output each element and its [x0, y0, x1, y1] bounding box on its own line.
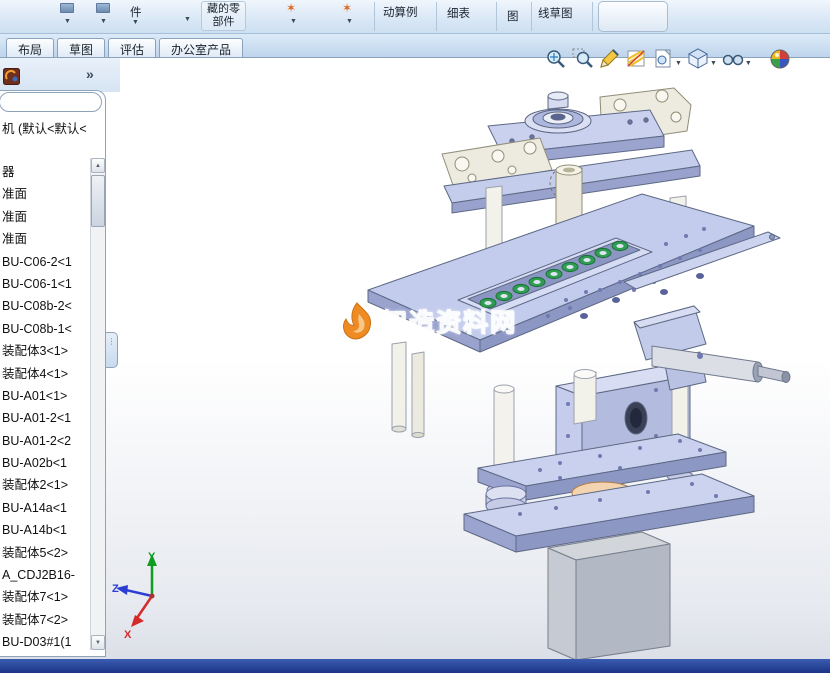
watermark-flame-icon	[336, 300, 378, 342]
solidworks-window: ▼ ▼ 件 ▼ ▼ 藏的零 部件 ✶ ▼ ✶ ▼ 动算例 细表 图 线草图 布局…	[0, 0, 830, 673]
tree-item[interactable]: BU-A01<1>	[0, 385, 89, 407]
tree-item[interactable]: BU-A01-2<2	[0, 430, 89, 452]
dropdown-arrow-icon[interactable]: ▼	[100, 18, 107, 25]
panel-expand-chevrons-icon[interactable]: »	[86, 66, 94, 82]
view-orientation-icon[interactable]	[650, 46, 677, 73]
tree-scrollbar[interactable]: ▲ ▼	[90, 158, 105, 650]
ribbon-button-component[interactable]: 件	[130, 4, 142, 20]
scroll-down-icon[interactable]: ▼	[91, 635, 105, 650]
triad-y-label: Y	[148, 551, 156, 563]
display-style-icon[interactable]	[685, 46, 712, 73]
tab-list: 布局草图评估办公室产品	[6, 38, 246, 57]
ribbon-button-sketch[interactable]: 线草图	[538, 5, 573, 21]
dropdown-arrow-icon[interactable]: ▼	[290, 18, 297, 25]
assembly-features-icon[interactable]: ✶	[286, 2, 296, 14]
zoom-to-area-icon[interactable]	[569, 46, 596, 73]
tree-item[interactable]: 装配体2<1>	[0, 474, 89, 496]
ribbon-separator	[374, 2, 375, 31]
heads-up-view-toolbar: ▼ ▼ ▼	[542, 44, 794, 74]
tree-item[interactable]: 装配体4<1>	[0, 363, 89, 385]
ribbon-button-motion-study[interactable]: 动算例	[383, 4, 418, 20]
tree-item[interactable]: 装配体7<1>	[0, 586, 89, 608]
ribbon-separator	[496, 2, 497, 31]
ribbon-button-bom[interactable]: 细表	[447, 5, 470, 21]
dropdown-arrow-icon[interactable]: ▼	[745, 60, 752, 67]
tree-item[interactable]: BU-C06-1<1	[0, 273, 89, 295]
dropdown-arrow-icon[interactable]: ▼	[132, 19, 139, 26]
tree-item[interactable]: BU-A14b<1	[0, 519, 89, 541]
dropdown-arrow-icon[interactable]: ▼	[346, 18, 353, 25]
scrollbar-thumb[interactable]	[91, 175, 105, 227]
hidden-components-line1: 藏的零	[207, 3, 240, 15]
triad-z-label: Z	[112, 583, 119, 595]
ribbon-separator	[592, 2, 593, 31]
tree-item[interactable]: 准面	[0, 228, 89, 250]
tree-item[interactable]: BU-A14a<1	[0, 497, 89, 519]
tree-item[interactable]: BU-C08b-2<	[0, 295, 89, 317]
toolbar-icon[interactable]	[96, 3, 110, 13]
watermark-text: 智造资料网	[382, 303, 517, 339]
dropdown-arrow-icon[interactable]: ▼	[710, 60, 717, 67]
section-view-icon[interactable]	[596, 46, 623, 73]
panel-splitter-handle[interactable]: ⋮	[106, 332, 118, 368]
ribbon-button-hidden-components[interactable]: 藏的零 部件	[201, 1, 246, 31]
dropdown-arrow-icon[interactable]: ▼	[184, 16, 191, 23]
command-tab[interactable]: 草图	[57, 38, 105, 57]
appearances-sphere-icon[interactable]	[767, 46, 794, 73]
scroll-up-icon[interactable]: ▲	[91, 158, 105, 173]
feature-tree-panel: 机 (默认<默认< 器准面准面准面BU-C06-2<1BU-C06-1<1BU-…	[0, 90, 106, 657]
ribbon-separator	[436, 2, 437, 31]
ribbon-large-button[interactable]	[598, 1, 668, 32]
watermark: 智造资料网	[336, 300, 517, 342]
reference-geometry-icon[interactable]: ✶	[342, 2, 352, 14]
command-tab[interactable]: 办公室产品	[159, 38, 243, 57]
ribbon-separator	[531, 2, 532, 31]
toolbar-icon[interactable]	[60, 3, 74, 13]
command-tab[interactable]: 评估	[108, 38, 156, 57]
command-tab[interactable]: 布局	[6, 38, 54, 57]
draft-analysis-icon[interactable]	[623, 46, 650, 73]
tree-item[interactable]: BU-A01-2<1	[0, 407, 89, 429]
tree-item[interactable]: A_CDJ2B16-	[0, 564, 89, 586]
tree-item[interactable]: 装配体5<2>	[0, 542, 89, 564]
status-bar	[0, 659, 830, 673]
tree-item[interactable]: 装配体3<1>	[0, 340, 89, 362]
ribbon-toolbar: ▼ ▼ 件 ▼ ▼ 藏的零 部件 ✶ ▼ ✶ ▼ 动算例 细表 图 线草图	[0, 0, 830, 34]
hide-show-items-icon[interactable]	[720, 46, 747, 73]
zoom-to-fit-icon[interactable]	[542, 46, 569, 73]
tree-item[interactable]: 准面	[0, 206, 89, 228]
orientation-triad: Y Z X	[110, 548, 194, 640]
tree-root-item[interactable]: 机 (默认<默认<	[2, 118, 90, 137]
tree-item[interactable]: BU-C06-2<1	[0, 251, 89, 273]
dropdown-arrow-icon[interactable]: ▼	[64, 18, 71, 25]
tree-item[interactable]: 器	[0, 161, 89, 183]
document-icon	[3, 68, 20, 85]
hidden-components-line2: 部件	[213, 16, 235, 28]
tree-item[interactable]: BU-A02b<1	[0, 452, 89, 474]
tree-item[interactable]: BU-D03#1(1	[0, 631, 89, 653]
triad-x-label: X	[124, 629, 132, 640]
tree-item[interactable]: BU-C08b-1<	[0, 318, 89, 340]
feature-tree-tab-header[interactable]	[0, 92, 102, 112]
ribbon-button-view[interactable]: 图	[507, 8, 519, 24]
tree-item[interactable]: 准面	[0, 183, 89, 205]
tree-item[interactable]: 装配体7<2>	[0, 609, 89, 631]
dropdown-arrow-icon[interactable]: ▼	[675, 60, 682, 67]
feature-tree-list: 器准面准面准面BU-C06-2<1BU-C06-1<1BU-C08b-2<BU-…	[0, 161, 89, 655]
